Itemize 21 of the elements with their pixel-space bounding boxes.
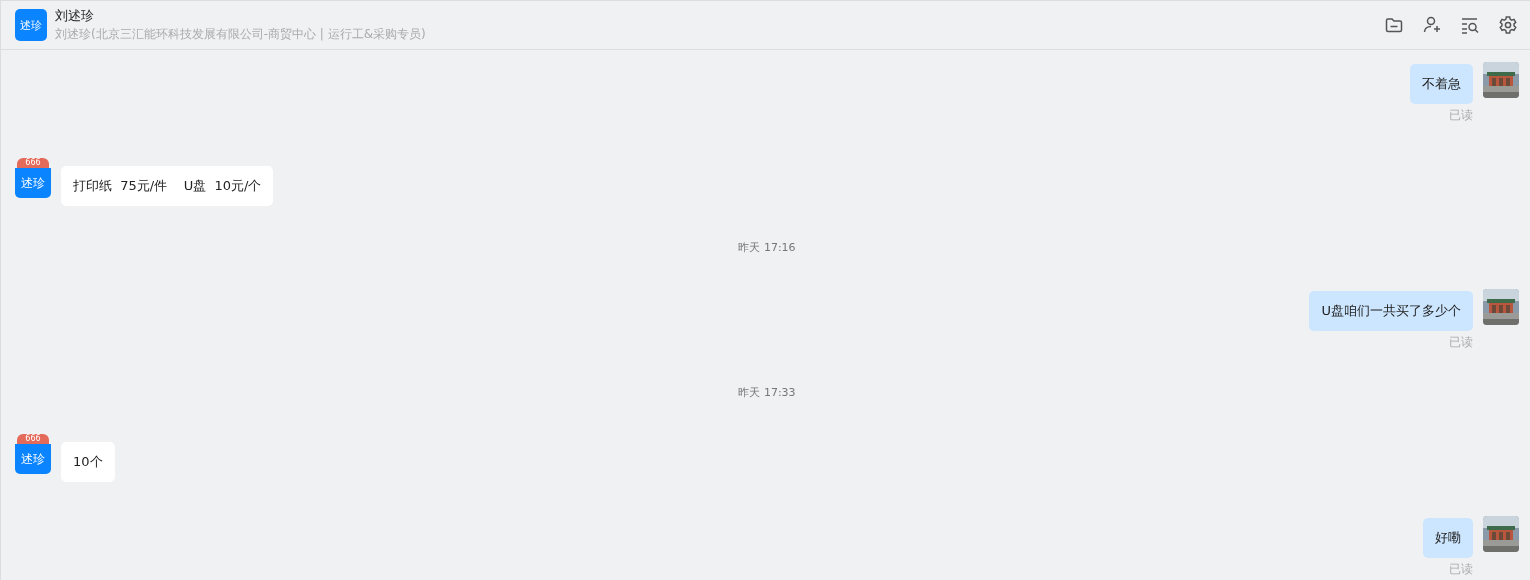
sender-avatar: 述珍 xyxy=(15,168,51,198)
read-status: 已读 xyxy=(1449,107,1473,124)
timestamp: 昨天 17:16 xyxy=(738,240,796,255)
read-status: 已读 xyxy=(1449,334,1473,351)
avatar-badge: 666 xyxy=(17,434,49,444)
timestamp: 昨天 17:33 xyxy=(738,385,796,400)
message-bubble: 打印纸 75元/件 U盘 10元/个 xyxy=(61,166,274,206)
sender-avatar: 述珍 xyxy=(15,444,51,474)
add-person-icon[interactable] xyxy=(1422,15,1442,35)
folder-icon[interactable] xyxy=(1384,15,1404,35)
contact-avatar: 述珍 xyxy=(15,9,47,41)
settings-icon[interactable] xyxy=(1498,15,1518,35)
message-bubble: 不着急 xyxy=(1410,64,1473,104)
contact-subtitle: 刘述珍(北京三汇能环科技发展有限公司-商贸中心 | 运行工&采购专员) xyxy=(55,26,426,43)
message-bubble: 好嘞 xyxy=(1423,518,1473,558)
message-bubble: 10个 xyxy=(61,442,115,482)
avatar-badge: 666 xyxy=(17,158,49,168)
contact-name: 刘述珍 xyxy=(55,7,95,25)
message-bubble: U盘咱们一共买了多少个 xyxy=(1309,291,1473,331)
read-status: 已读 xyxy=(1449,561,1473,578)
search-list-icon[interactable] xyxy=(1460,15,1480,35)
